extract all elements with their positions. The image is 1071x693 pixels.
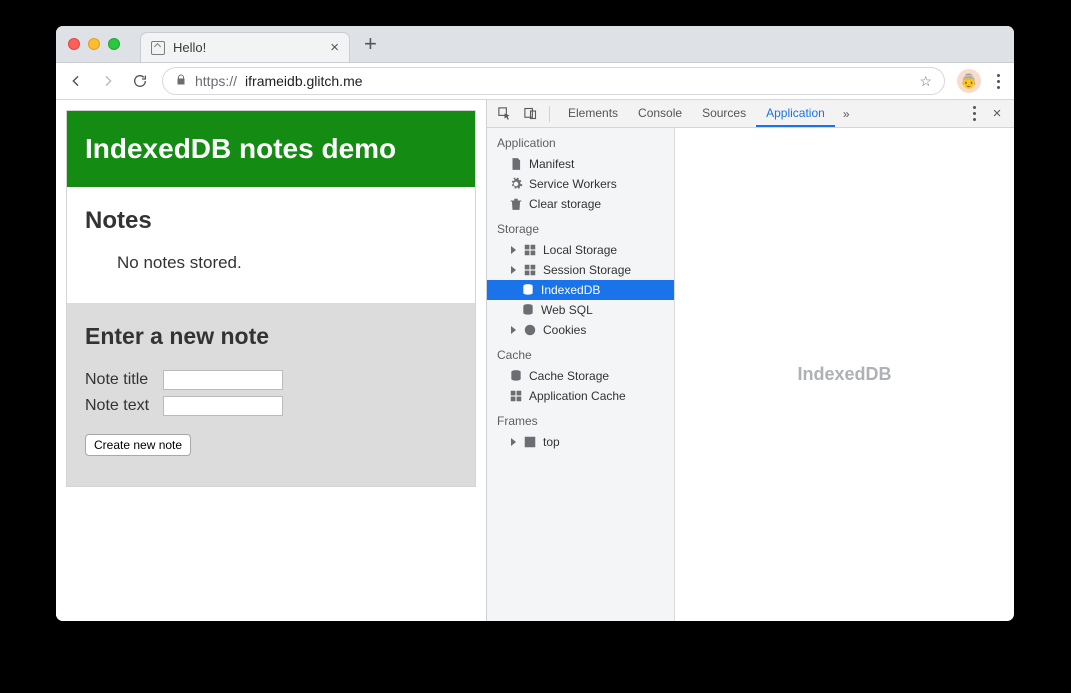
- url-protocol: https://: [195, 73, 237, 89]
- browser-menu-button[interactable]: [993, 70, 1004, 93]
- browser-tab[interactable]: Hello! ×: [140, 32, 350, 62]
- bookmark-star-icon[interactable]: ☆: [919, 73, 932, 90]
- devtools-tabs: Elements Console Sources Application: [558, 100, 835, 127]
- sidebar-item-clear-storage[interactable]: Clear storage: [487, 194, 674, 214]
- window-close-button[interactable]: [68, 38, 80, 50]
- tab-elements[interactable]: Elements: [558, 100, 628, 127]
- grid-icon: [523, 243, 537, 257]
- address-input[interactable]: https:// iframeidb.glitch.me ☆: [162, 67, 945, 95]
- sidebar-item-session-storage[interactable]: Session Storage: [487, 260, 674, 280]
- sidebar-item-top-frame[interactable]: top: [487, 432, 674, 452]
- address-bar: https:// iframeidb.glitch.me ☆ 👵: [56, 63, 1014, 100]
- tab-application[interactable]: Application: [756, 100, 835, 127]
- grid-icon: [523, 263, 537, 277]
- demo-page: IndexedDB notes demo Notes No notes stor…: [66, 110, 476, 487]
- grid-icon: [509, 389, 523, 403]
- gear-icon: [509, 177, 523, 191]
- devtools-panel: Elements Console Sources Application » ×…: [486, 100, 1014, 621]
- document-icon: [509, 157, 523, 171]
- sidebar-item-indexeddb[interactable]: IndexedDB: [487, 280, 674, 300]
- sidebar-item-app-cache[interactable]: Application Cache: [487, 386, 674, 406]
- sidebar-group-storage: Storage: [487, 214, 674, 240]
- devtools-close-icon[interactable]: ×: [986, 103, 1008, 125]
- window-minimize-button[interactable]: [88, 38, 100, 50]
- form-heading: Enter a new note: [85, 323, 457, 350]
- note-title-label: Note title: [85, 371, 163, 389]
- url-host: iframeidb.glitch.me: [245, 73, 363, 89]
- sidebar-item-local-storage[interactable]: Local Storage: [487, 240, 674, 260]
- devtools-tabs-overflow-icon[interactable]: »: [843, 107, 850, 121]
- sidebar-group-application: Application: [487, 128, 674, 154]
- content-row: IndexedDB notes demo Notes No notes stor…: [56, 100, 1014, 621]
- frame-icon: [523, 435, 537, 449]
- devtools-toolbar: Elements Console Sources Application » ×: [487, 100, 1014, 128]
- database-icon: [521, 283, 535, 297]
- notes-heading: Notes: [85, 207, 457, 235]
- application-sidebar: Application Manifest Service Workers Cle…: [487, 128, 675, 621]
- close-tab-icon[interactable]: ×: [330, 39, 339, 56]
- tab-title: Hello!: [173, 40, 322, 55]
- main-placeholder-text: IndexedDB: [797, 364, 891, 385]
- notes-empty-message: No notes stored.: [117, 253, 457, 273]
- sidebar-item-manifest[interactable]: Manifest: [487, 154, 674, 174]
- sidebar-group-cache: Cache: [487, 340, 674, 366]
- devtools-body: Application Manifest Service Workers Cle…: [487, 128, 1014, 621]
- database-icon: [509, 369, 523, 383]
- forward-button[interactable]: [98, 73, 118, 89]
- expand-triangle-icon[interactable]: [509, 266, 517, 274]
- devtools-menu-button[interactable]: [969, 102, 980, 125]
- application-main-pane: IndexedDB: [675, 128, 1014, 621]
- cookie-icon: [523, 323, 537, 337]
- file-icon: [151, 41, 165, 55]
- expand-triangle-icon[interactable]: [509, 246, 517, 254]
- note-text-label: Note text: [85, 397, 163, 415]
- device-toolbar-icon[interactable]: [519, 103, 541, 125]
- database-icon: [521, 303, 535, 317]
- create-note-button[interactable]: Create new note: [85, 434, 191, 456]
- tab-sources[interactable]: Sources: [692, 100, 756, 127]
- note-title-input[interactable]: [163, 370, 283, 390]
- page-viewport: IndexedDB notes demo Notes No notes stor…: [56, 100, 486, 621]
- page-title: IndexedDB notes demo: [85, 133, 457, 165]
- expand-triangle-icon[interactable]: [509, 326, 517, 334]
- new-tab-button[interactable]: +: [364, 31, 377, 57]
- notes-section: Notes No notes stored.: [67, 187, 475, 303]
- sidebar-item-cache-storage[interactable]: Cache Storage: [487, 366, 674, 386]
- browser-window: Hello! × + https:// iframeidb.glitch.me ☆…: [56, 26, 1014, 621]
- new-note-form: Enter a new note Note title Note text Cr…: [67, 303, 475, 486]
- page-header: IndexedDB notes demo: [67, 111, 475, 187]
- sidebar-item-service-workers[interactable]: Service Workers: [487, 174, 674, 194]
- inspect-element-icon[interactable]: [493, 103, 515, 125]
- expand-triangle-icon[interactable]: [509, 438, 517, 446]
- back-button[interactable]: [66, 73, 86, 89]
- tab-strip: Hello! × +: [56, 26, 1014, 63]
- reload-button[interactable]: [130, 73, 150, 89]
- trash-icon: [509, 197, 523, 211]
- sidebar-item-websql[interactable]: Web SQL: [487, 300, 674, 320]
- profile-avatar[interactable]: 👵: [957, 69, 981, 93]
- window-controls: [68, 38, 120, 50]
- sidebar-item-cookies[interactable]: Cookies: [487, 320, 674, 340]
- window-maximize-button[interactable]: [108, 38, 120, 50]
- lock-icon: [175, 73, 187, 89]
- note-text-input[interactable]: [163, 396, 283, 416]
- tab-console[interactable]: Console: [628, 100, 692, 127]
- sidebar-group-frames: Frames: [487, 406, 674, 432]
